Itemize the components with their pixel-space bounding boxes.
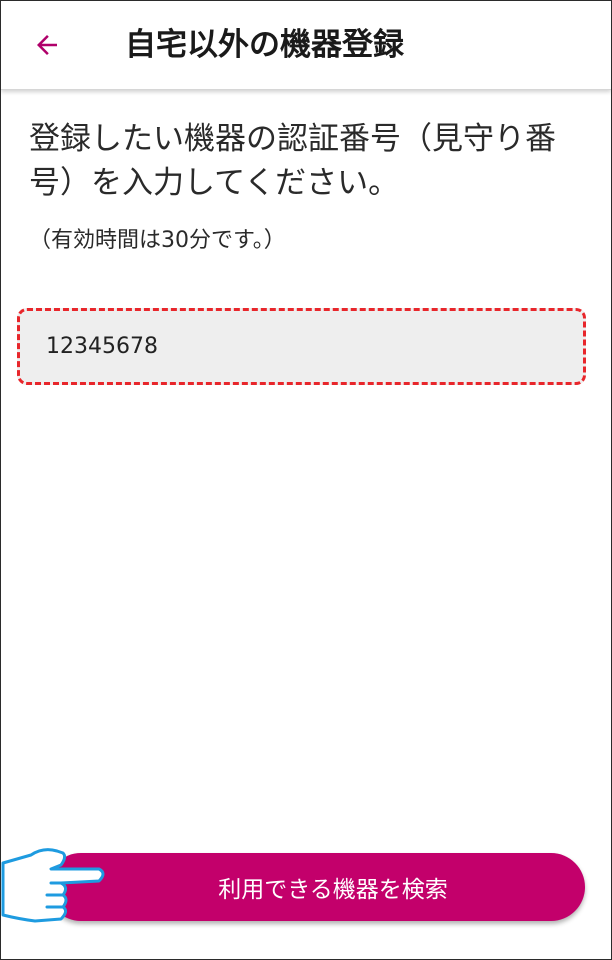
back-button[interactable]	[21, 21, 73, 69]
pointing-hand-icon	[1, 848, 105, 923]
app-bar: 自宅以外の機器登録	[1, 1, 611, 90]
page-title: 自宅以外の機器登録	[125, 27, 404, 63]
validity-note: （有効時間は30分です。）	[29, 228, 286, 253]
auth-code-input[interactable]	[46, 311, 546, 382]
auth-code-field[interactable]	[17, 308, 586, 385]
screen: 自宅以外の機器登録 登録したい機器の認証番号（見守り番号）を入力してください。 …	[0, 0, 612, 960]
search-devices-button[interactable]: 利用できる機器を検索	[47, 853, 585, 921]
instruction-text: 登録したい機器の認証番号（見守り番号）を入力してください。	[29, 121, 556, 201]
arrow-left-icon	[37, 35, 57, 55]
